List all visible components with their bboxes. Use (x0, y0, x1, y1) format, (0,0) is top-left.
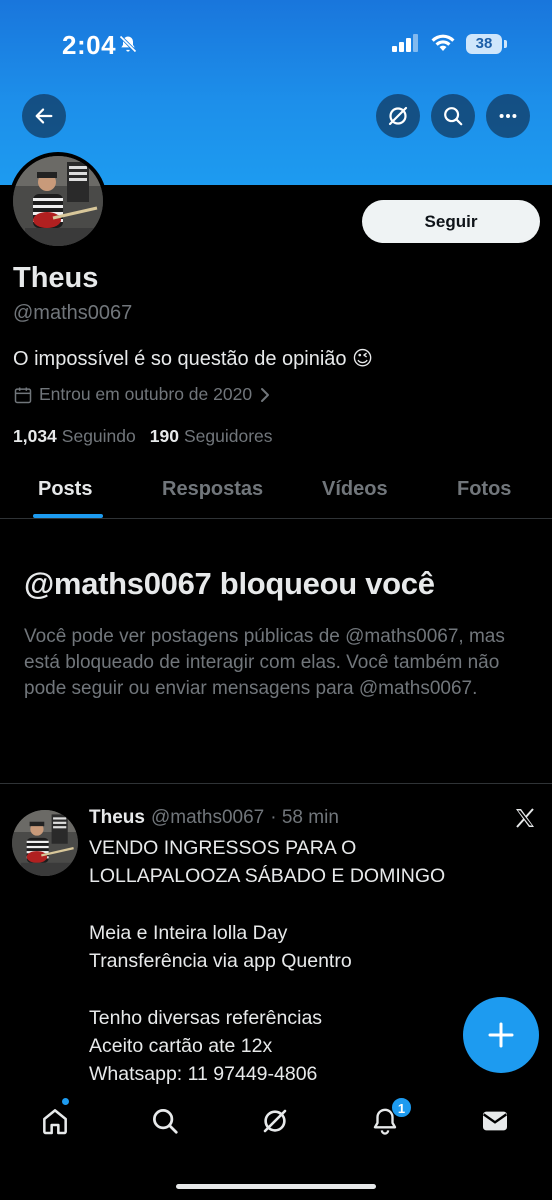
tweet-text-line: Whatsapp: 11 97449-4806 (89, 1063, 318, 1085)
plus-icon (488, 1022, 514, 1048)
nav-grok[interactable] (255, 1101, 295, 1141)
arrow-left-icon (35, 108, 53, 124)
slash-circle-icon (263, 1109, 287, 1133)
active-tab-indicator (33, 514, 103, 518)
wifi-icon (430, 33, 456, 58)
search-icon (444, 107, 463, 126)
divider (0, 783, 552, 784)
tweet-text-line: Tenho diversas referências (89, 1007, 323, 1029)
tweet-text-line: VENDO INGRESSOS PARA O (89, 837, 357, 859)
blocked-description: Você pode ver postagens públicas de @mat… (24, 626, 505, 699)
tab-posts[interactable]: Posts (38, 478, 92, 501)
tweet-author-name[interactable]: Theus (89, 807, 145, 829)
following-label: Seguindo (61, 426, 136, 446)
tweet-header: Theus @maths0067 · 58 min (89, 807, 339, 829)
following-count: 1,034 (13, 426, 57, 446)
tweet-text-line: LOLLAPALOOZA SÁBADO E DOMINGO (89, 865, 446, 887)
following-link[interactable]: 1,034 Seguindo (13, 426, 136, 447)
profile-bio: O impossível é so questão de opinião 😉 (13, 348, 373, 370)
tweet-text-line: Meia e Inteira lolla Day (89, 922, 288, 944)
slash-circle-icon (388, 106, 408, 126)
profile-handle: @maths0067 (13, 302, 133, 324)
follow-counts: 1,034 Seguindo 190 Seguidores (13, 426, 273, 447)
status-bar: 2:04 38 (0, 0, 552, 90)
more-icon (499, 113, 517, 119)
nav-messages[interactable] (475, 1101, 515, 1141)
tweet-text-line: Transferência via app Quentro (89, 950, 352, 972)
notification-badge: 1 (391, 1097, 412, 1118)
tweet-author-handle[interactable]: @maths0067 (151, 807, 264, 829)
joined-date-row[interactable]: Entrou em outubro de 2020 (13, 384, 272, 405)
search-icon (153, 1109, 178, 1134)
home-unread-dot (62, 1098, 69, 1105)
tweet-avatar[interactable] (12, 810, 78, 876)
home-indicator (176, 1184, 376, 1189)
mail-icon (482, 1111, 508, 1131)
x-logo-icon (513, 806, 537, 835)
nav-search[interactable] (145, 1101, 185, 1141)
bell-off-icon (118, 34, 138, 59)
tab-respostas[interactable]: Respostas (162, 478, 263, 501)
cellular-signal-icon (392, 34, 420, 57)
followers-label: Seguidores (183, 426, 273, 446)
tab-videos[interactable]: Vídeos (322, 478, 388, 501)
home-icon (43, 1109, 67, 1135)
calendar-icon (14, 387, 32, 403)
chevron-right-icon (261, 387, 270, 402)
back-button[interactable] (22, 94, 66, 138)
profile-name: Theus (13, 262, 99, 294)
more-button[interactable] (486, 94, 530, 138)
status-time: 2:04 (62, 30, 117, 60)
blocked-title: @maths0067 bloqueou você (24, 566, 435, 601)
tweet-text-line: Aceito cartão ate 12x (89, 1035, 273, 1057)
tweet-time: · 58 min (270, 807, 339, 828)
follow-button[interactable]: Seguir (362, 200, 540, 243)
compose-button[interactable] (463, 997, 539, 1073)
grok-button[interactable] (376, 94, 420, 138)
tab-fotos[interactable]: Fotos (457, 478, 511, 501)
followers-link[interactable]: 190 Seguidores (150, 426, 273, 447)
profile-tabs: Posts Respostas Vídeos Fotos (0, 466, 552, 519)
profile-avatar[interactable] (9, 152, 107, 250)
followers-count: 190 (149, 426, 179, 446)
search-button[interactable] (431, 94, 475, 138)
joined-date: Entrou em outubro de 2020 (39, 384, 253, 404)
battery-indicator: 38 (466, 34, 502, 54)
battery-tip (504, 40, 507, 48)
nav-home[interactable] (35, 1101, 75, 1141)
